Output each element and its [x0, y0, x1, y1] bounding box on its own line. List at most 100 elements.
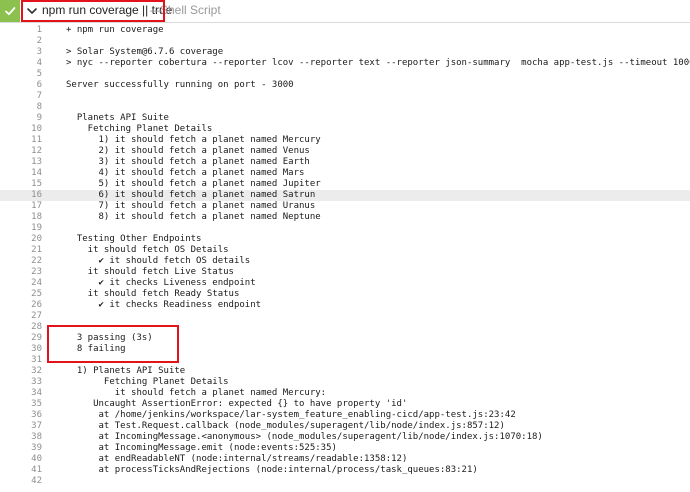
line-number[interactable]: 37 — [0, 421, 42, 432]
line-text: it should fetch a planet named Mercury: — [66, 388, 327, 398]
line-number[interactable]: 10 — [0, 124, 42, 135]
line-number[interactable]: 21 — [0, 245, 42, 256]
console-output-page: npm run coverage || true — Shell Script … — [0, 0, 690, 492]
log-line: 35 Uncaught AssertionError: expected {} … — [0, 399, 690, 410]
log-line: 25 it should fetch Ready Status — [0, 289, 690, 300]
log-line: 15 5) it should fetch a planet named Jup… — [0, 179, 690, 190]
step-header[interactable]: npm run coverage || true — Shell Script — [0, 0, 690, 23]
chevron-down-icon[interactable] — [25, 4, 39, 18]
line-number[interactable]: 6 — [0, 80, 42, 91]
line-text: > nyc --reporter cobertura --reporter lc… — [66, 58, 690, 68]
line-number[interactable]: 39 — [0, 443, 42, 454]
line-number[interactable]: 14 — [0, 168, 42, 179]
line-number[interactable]: 31 — [0, 355, 42, 366]
line-number[interactable]: 19 — [0, 223, 42, 234]
line-text: it should fetch Ready Status — [66, 289, 240, 299]
line-number[interactable]: 5 — [0, 69, 42, 80]
line-number[interactable]: 8 — [0, 102, 42, 113]
log-line: 34 it should fetch a planet named Mercur… — [0, 388, 690, 399]
line-number[interactable]: 27 — [0, 311, 42, 322]
line-number[interactable]: 2 — [0, 36, 42, 47]
line-number[interactable]: 22 — [0, 256, 42, 267]
line-number[interactable]: 7 — [0, 91, 42, 102]
line-text: 1) Planets API Suite — [66, 366, 186, 376]
line-number[interactable]: 9 — [0, 113, 42, 124]
log-line: 39 at IncomingMessage.emit (node:events:… — [0, 443, 690, 454]
log-line: 38 at IncomingMessage.<anonymous> (node_… — [0, 432, 690, 443]
line-text: Planets API Suite — [66, 113, 169, 123]
line-text: ✔ it should fetch OS details — [66, 256, 251, 266]
line-number[interactable]: 24 — [0, 278, 42, 289]
log-line: 36 at /home/jenkins/workspace/lar-system… — [0, 410, 690, 421]
log-line: 6 Server successfully running on port - 3… — [0, 80, 690, 91]
line-number[interactable]: 11 — [0, 135, 42, 146]
line-number[interactable]: 34 — [0, 388, 42, 399]
log-line: 13 3) it should fetch a planet named Ear… — [0, 157, 690, 168]
log-line: 9 Planets API Suite — [0, 113, 690, 124]
line-number[interactable]: 33 — [0, 377, 42, 388]
log-line: 28 — [0, 322, 690, 333]
line-number[interactable]: 15 — [0, 179, 42, 190]
line-text: Fetching Planet Details — [66, 377, 229, 387]
log-line: 5 — [0, 69, 690, 80]
line-number[interactable]: 30 — [0, 344, 42, 355]
line-number[interactable]: 36 — [0, 410, 42, 421]
log-line: 32 1) Planets API Suite — [0, 366, 690, 377]
log-line: 12 2) it should fetch a planet named Ven… — [0, 146, 690, 157]
line-number[interactable]: 16 — [0, 190, 42, 201]
line-number[interactable]: 4 — [0, 58, 42, 69]
line-number[interactable]: 42 — [0, 476, 42, 487]
line-number[interactable]: 35 — [0, 399, 42, 410]
line-text: at IncomingMessage.emit (node:events:525… — [66, 443, 337, 453]
log-line: 16 6) it should fetch a planet named Sat… — [0, 190, 690, 201]
line-number[interactable]: 12 — [0, 146, 42, 157]
line-number[interactable]: 38 — [0, 432, 42, 443]
log-line: 41 at processTicksAndRejections (node:in… — [0, 465, 690, 476]
step-type-label: Shell Script — [160, 3, 221, 17]
log-line: 26 ✔ it checks Readiness endpoint — [0, 300, 690, 311]
line-number[interactable]: 13 — [0, 157, 42, 168]
line-text: 8) it should fetch a planet named Neptun… — [66, 212, 321, 222]
line-number[interactable]: 18 — [0, 212, 42, 223]
line-text: at endReadableNT (node:internal/streams/… — [66, 454, 408, 464]
line-text: it should fetch Live Status — [66, 267, 234, 277]
line-text: 5) it should fetch a planet named Jupite… — [66, 179, 321, 189]
line-number[interactable]: 40 — [0, 454, 42, 465]
line-number[interactable]: 3 — [0, 47, 42, 58]
line-number[interactable]: 1 — [0, 25, 42, 36]
log-line: 37 at Test.Request.callback (node_module… — [0, 421, 690, 432]
line-number[interactable]: 28 — [0, 322, 42, 333]
log-line: 7 — [0, 91, 690, 102]
line-text: at /home/jenkins/workspace/lar-system_fe… — [66, 410, 516, 420]
line-text: at IncomingMessage.<anonymous> (node_mod… — [66, 432, 543, 442]
log-line: 2 — [0, 36, 690, 47]
log-line: 10 Fetching Planet Details — [0, 124, 690, 135]
line-number[interactable]: 25 — [0, 289, 42, 300]
line-number[interactable]: 32 — [0, 366, 42, 377]
log-line: 40 at endReadableNT (node:internal/strea… — [0, 454, 690, 465]
line-number[interactable]: 17 — [0, 201, 42, 212]
line-text: ✔ it checks Readiness endpoint — [66, 300, 262, 310]
line-number[interactable]: 26 — [0, 300, 42, 311]
log-line: 19 — [0, 223, 690, 234]
line-text: Testing Other Endpoints — [66, 234, 202, 244]
line-number[interactable]: 20 — [0, 234, 42, 245]
line-text: > Solar System@6.7.6 coverage — [66, 47, 224, 57]
console-log[interactable]: 1 + npm run coverage 2 3 > Solar System@6.7.… — [0, 25, 690, 492]
line-text: 2) it should fetch a planet named Venus — [66, 146, 310, 156]
line-text: it should fetch OS Details — [66, 245, 229, 255]
line-number[interactable]: 29 — [0, 333, 42, 344]
line-text: Server successfully running on port - 30… — [66, 80, 294, 90]
line-text: 4) it should fetch a planet named Mars — [66, 168, 305, 178]
log-line: 21 it should fetch OS Details — [0, 245, 690, 256]
line-number[interactable]: 23 — [0, 267, 42, 278]
log-line: 20 Testing Other Endpoints — [0, 234, 690, 245]
log-line: 31 — [0, 355, 690, 366]
line-number[interactable]: 41 — [0, 465, 42, 476]
log-line: 33 Fetching Planet Details — [0, 377, 690, 388]
log-line: 29 3 passing (3s) — [0, 333, 690, 344]
log-line: 3 > Solar System@6.7.6 coverage — [0, 47, 690, 58]
log-line: 8 — [0, 102, 690, 113]
line-text: ✔ it checks Liveness endpoint — [66, 278, 256, 288]
line-text: 7) it should fetch a planet named Uranus — [66, 201, 316, 211]
